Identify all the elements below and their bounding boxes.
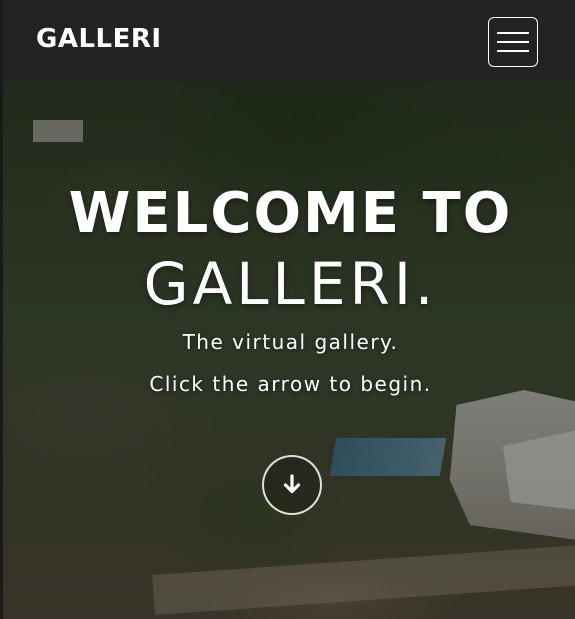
navbar: GALLERI — [3, 0, 575, 82]
brand-logo[interactable]: GALLERI — [36, 24, 162, 54]
scroll-down-button[interactable] — [262, 455, 322, 515]
hero-title-line2: GALLERI. — [143, 250, 438, 318]
hero-title-line1: WELCOME TO — [68, 181, 513, 246]
arrow-down-icon — [283, 474, 301, 494]
hero-cta-text: Click the arrow to begin. — [149, 372, 432, 396]
menu-toggle-button[interactable] — [488, 17, 538, 67]
page-frame: GALLERI WELCOME TO GALLERI. The virtual … — [0, 0, 575, 619]
hero-section: WELCOME TO GALLERI. The virtual gallery.… — [3, 0, 575, 619]
hero-subtitle: The virtual gallery. — [182, 330, 399, 354]
